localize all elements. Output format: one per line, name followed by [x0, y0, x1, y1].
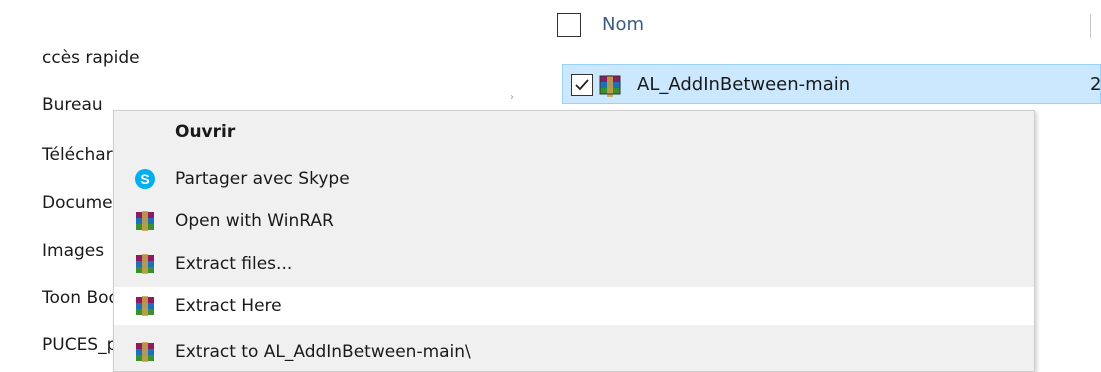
menu-item-share-skype[interactable]: S Partager avec Skype — [114, 160, 1034, 198]
menu-item-open[interactable]: Ouvrir — [114, 113, 1034, 151]
winrar-icon — [133, 209, 157, 233]
menu-item-extract-files[interactable]: Extract files... — [114, 245, 1034, 283]
winrar-icon — [133, 252, 157, 276]
select-all-checkbox[interactable] — [557, 13, 581, 37]
menu-item-label: Extract files... — [175, 254, 293, 274]
menu-item-label: Ouvrir — [175, 122, 236, 142]
menu-item-label: Extract to AL_AddInBetween-main\ — [175, 342, 471, 362]
file-name[interactable]: AL_AddInBetween-main — [637, 72, 850, 98]
menu-item-open-winrar[interactable]: Open with WinRAR — [114, 202, 1034, 240]
winrar-icon — [133, 340, 157, 364]
winrar-icon — [133, 294, 157, 318]
nav-item-quick-access[interactable]: ccès rapide — [42, 46, 242, 70]
winrar-archive-icon — [599, 75, 621, 97]
context-menu: Ouvrir S Partager avec Skype Open with W… — [113, 110, 1035, 372]
menu-item-label: Partager avec Skype — [175, 169, 350, 189]
file-checkbox[interactable] — [571, 74, 593, 96]
menu-item-extract-here[interactable]: Extract Here — [114, 287, 1034, 325]
menu-item-label: Open with WinRAR — [175, 211, 334, 231]
chevron-right-icon: › — [510, 92, 514, 103]
skype-icon: S — [133, 167, 157, 191]
menu-item-extract-to-folder[interactable]: Extract to AL_AddInBetween-main\ — [114, 333, 1034, 371]
menu-item-label: Extract Here — [175, 296, 282, 316]
file-column-value: 2 — [1090, 74, 1101, 95]
column-header-name[interactable]: Nom — [602, 13, 644, 37]
checkmark-icon — [575, 79, 589, 91]
column-divider[interactable] — [1090, 14, 1091, 38]
